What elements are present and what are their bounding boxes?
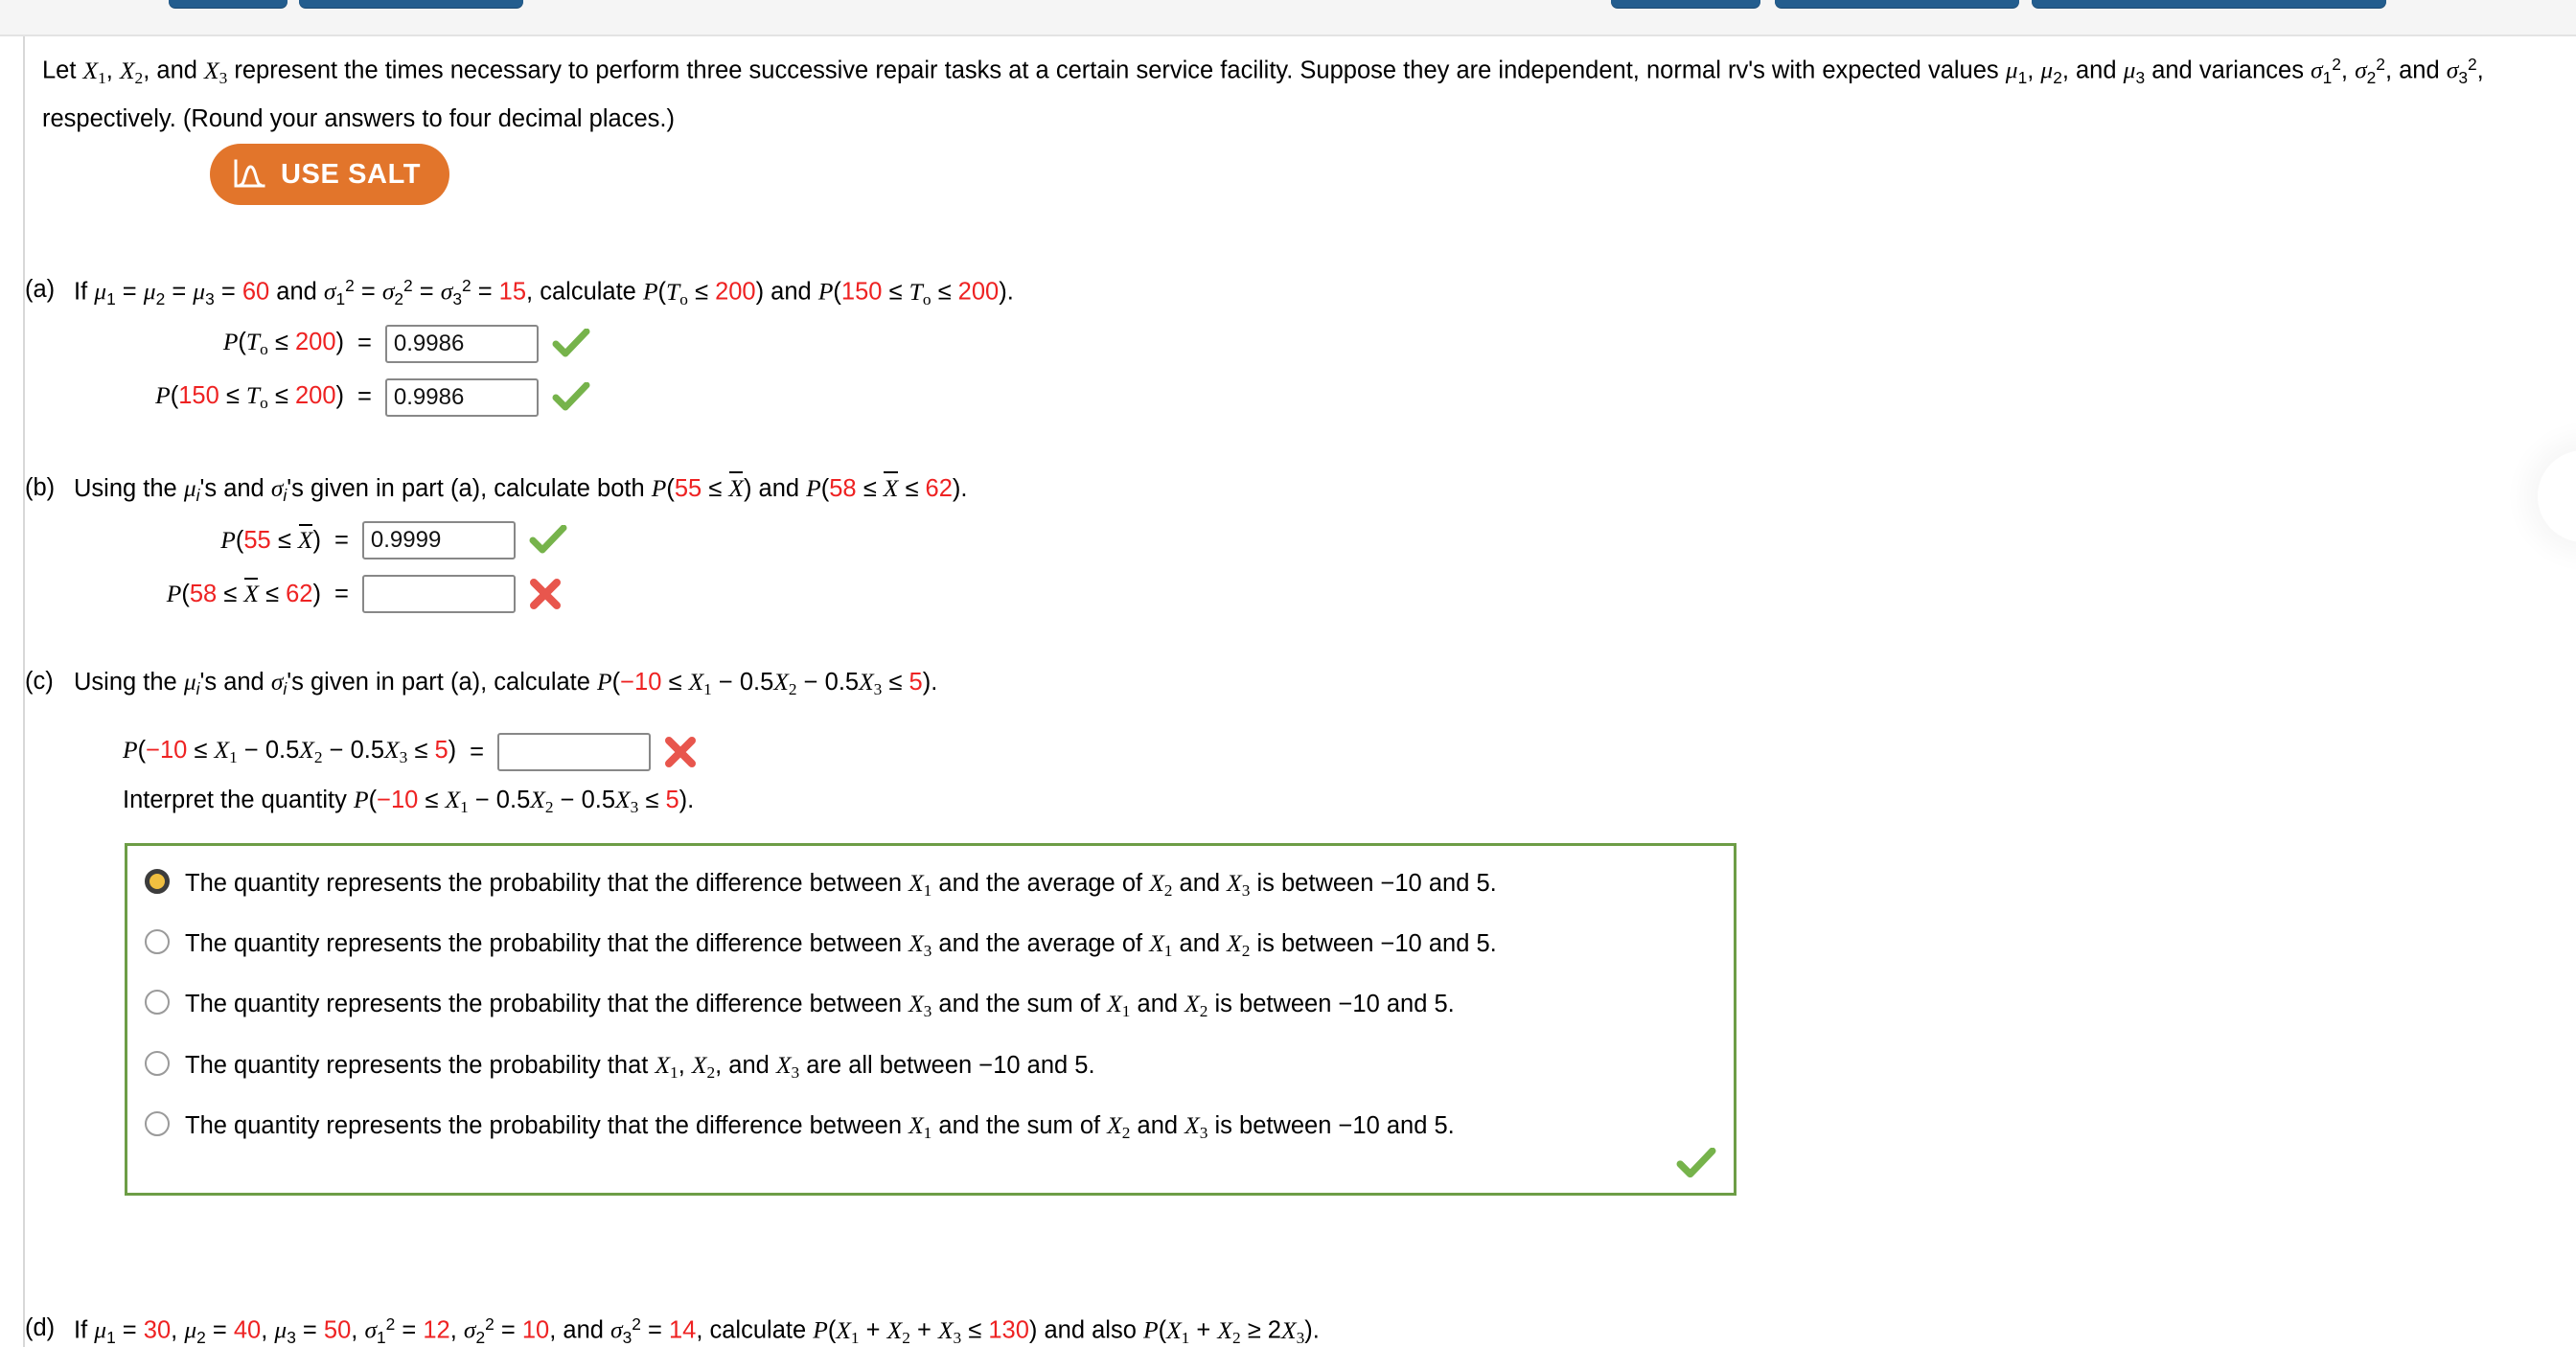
question-stem: Let X1, X2, and X3 represent the times n… [42, 55, 2484, 132]
equals-sign: = [357, 330, 372, 357]
part-a-answer-1[interactable] [384, 324, 539, 363]
part-c-answer-label: P(−10 ≤ X1 − 0.5X2 − 0.5X3 ≤ 5) [123, 736, 457, 767]
part-b-row-2-label: P(58 ≤ X ≤ 62) [166, 577, 321, 608]
radio-button-4[interactable] [145, 1050, 170, 1076]
part-b-answer-2[interactable] [361, 575, 516, 614]
part-a-row-1: P(To ≤ 200) = [74, 317, 1014, 371]
option-row-1[interactable]: The quantity represents the probability … [127, 861, 1734, 912]
part-d-prompt: If μ1 = 30, μ2 = 40, μ3 = 50, σ12 = 12, … [74, 1314, 1320, 1347]
part-d-label: (d) [25, 1314, 56, 1341]
toolbar-button-3[interactable] [1611, 0, 1760, 8]
option-label-3: The quantity represents the probability … [185, 990, 1455, 1021]
part-a-row-2-label: P(150 ≤ To ≤ 200) [155, 381, 344, 413]
part-c-prompt: Using the μi's and σi's given in part (a… [74, 668, 938, 699]
equals-sign: = [334, 526, 349, 554]
stem-segment-b: and variances [2151, 57, 2312, 84]
option-row-5[interactable]: The quantity represents the probability … [127, 1104, 1734, 1154]
part-d-mu1: 30 [143, 1316, 172, 1344]
stem-segment-c: respectively. (Round your answers to fou… [42, 104, 675, 132]
page-root: Let X1, X2, and X3 represent the times n… [0, 0, 2576, 1347]
part-c-answer-input[interactable] [497, 733, 652, 771]
part-d-sum-limit: 130 [988, 1316, 1029, 1344]
toolbar-button-1[interactable] [169, 0, 288, 8]
use-salt-button[interactable]: USE SALT [210, 144, 450, 205]
correct-check-icon [529, 525, 571, 556]
equals-sign: = [470, 738, 485, 765]
stem-prefix: Let [42, 57, 83, 84]
part-b-label: (b) [25, 474, 56, 501]
option-row-3[interactable]: The quantity represents the probability … [127, 982, 1734, 1033]
floating-help-button[interactable] [2538, 450, 2576, 542]
part-a-sigma-value: 15 [498, 278, 527, 306]
use-salt-label: USE SALT [281, 158, 422, 190]
salt-button-wrap: USE SALT [210, 144, 450, 205]
part-a-row-1-label: P(To ≤ 200) [222, 328, 344, 359]
stem-segment-a: represent the times necessary to perform… [234, 57, 2006, 84]
radio-group: The quantity represents the probability … [127, 846, 1734, 1154]
part-d-v3: 14 [668, 1316, 697, 1344]
correct-check-icon [552, 328, 594, 359]
radio-button-2[interactable] [145, 929, 170, 955]
option-label-2: The quantity represents the probability … [185, 929, 1497, 961]
equals-sign: = [334, 580, 349, 607]
part-d-body: If μ1 = 30, μ2 = 40, μ3 = 50, σ12 = 12, … [74, 1314, 1320, 1347]
part-c-answer-row: P(−10 ≤ X1 − 0.5X2 − 0.5X3 ≤ 5) = [123, 725, 706, 779]
part-c-interpret-line: Interpret the quantity P(−10 ≤ X1 − 0.5X… [123, 786, 695, 817]
toolbar-strip [0, 0, 2576, 36]
part-b-row-1-label: P(55 ≤ X) [220, 523, 321, 555]
part-a-row-2: P(150 ≤ To ≤ 200) = [74, 371, 1014, 424]
incorrect-cross-icon [664, 736, 706, 768]
toolbar-button-5[interactable] [2032, 0, 2386, 8]
toolbar-button-2[interactable] [299, 0, 523, 8]
option-label-5: The quantity represents the probability … [185, 1110, 1455, 1142]
option-row-2[interactable]: The quantity represents the probability … [127, 922, 1734, 972]
interpret-prefix: Interpret the quantity [123, 787, 354, 813]
radio-button-1[interactable] [145, 869, 170, 894]
interpretation-options-box: The quantity represents the probability … [125, 843, 1736, 1196]
part-a-body: If μ1 = μ2 = μ3 = 60 and σ12 = σ22 = σ32… [74, 276, 1014, 424]
part-a-answer-2[interactable] [384, 377, 539, 417]
correct-check-icon [552, 381, 594, 413]
part-b-row-2: P(58 ≤ X ≤ 62) = [74, 567, 968, 621]
part-c-body: Using the μi's and σi's given in part (a… [74, 668, 937, 699]
part-a-mu-value: 60 [242, 278, 270, 306]
part-a-prompt: If μ1 = μ2 = μ3 = 60 and σ12 = σ22 = σ32… [74, 276, 1014, 308]
toolbar-button-4[interactable] [1775, 0, 2019, 8]
part-b-row-1: P(55 ≤ X) = [74, 514, 968, 567]
option-label-1: The quantity represents the probability … [185, 869, 1497, 901]
part-d-v2: 10 [521, 1316, 550, 1344]
part-c-label: (c) [25, 668, 54, 695]
equals-sign: = [357, 383, 372, 411]
part-b-answer-1[interactable] [361, 521, 516, 560]
part-a-label: (a) [25, 276, 56, 303]
question-content: Let X1, X2, and X3 represent the times n… [42, 36, 2563, 140]
part-b-body: Using the μi's and σi's given in part (a… [74, 471, 968, 621]
radio-button-3[interactable] [145, 990, 170, 1016]
part-d-mu2: 40 [233, 1316, 262, 1344]
part-b-prompt: Using the μi's and σi's given in part (a… [74, 471, 968, 506]
incorrect-cross-icon [529, 578, 571, 610]
option-label-4: The quantity represents the probability … [185, 1050, 1095, 1082]
option-row-4[interactable]: The quantity represents the probability … [127, 1043, 1734, 1094]
part-d-mu3: 50 [323, 1316, 352, 1344]
part-d-v1: 12 [423, 1316, 450, 1344]
normal-curve-icon [233, 159, 265, 190]
options-correct-check-icon [1676, 1147, 1716, 1185]
radio-button-5[interactable] [145, 1110, 170, 1136]
